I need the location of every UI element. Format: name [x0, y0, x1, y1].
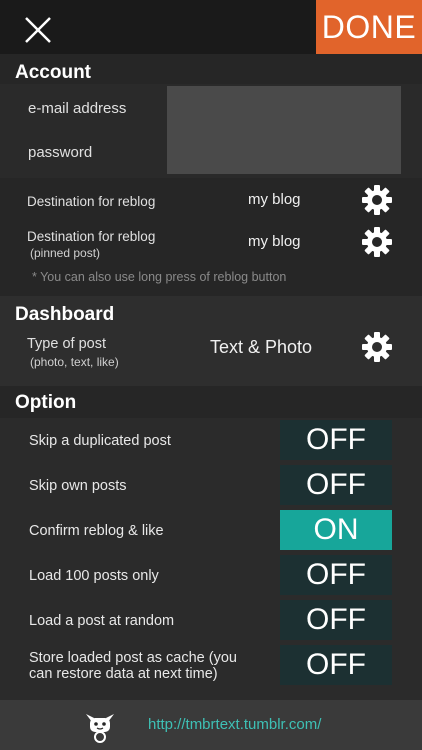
top-bar: DONE: [0, 0, 422, 54]
website-link[interactable]: http://tmbrtext.tumblr.com/: [148, 716, 321, 733]
option-label-skip-own: Skip own posts: [29, 478, 127, 494]
toggle-load-random[interactable]: OFF: [280, 600, 392, 640]
option-list: Skip a duplicated post OFF Skip own post…: [0, 418, 422, 700]
close-icon[interactable]: [22, 14, 54, 46]
option-label-load-100: Load 100 posts only: [29, 568, 159, 584]
reblog-note: * You can also use long press of reblog …: [32, 270, 287, 284]
reblog-settings: Destination for reblog my blog Destinati…: [0, 178, 422, 296]
toggle-skip-duplicated[interactable]: OFF: [280, 420, 392, 460]
email-field[interactable]: [167, 86, 401, 130]
toggle-skip-own[interactable]: OFF: [280, 465, 392, 505]
reblog-pinned-label: Destination for reblog: [27, 229, 156, 244]
post-type-label: Type of post: [27, 336, 106, 352]
gear-icon[interactable]: [361, 226, 393, 258]
option-label-store-cache-2: can restore data at next time): [29, 666, 218, 682]
option-label-store-cache: Store loaded post as cache (you: [29, 650, 237, 666]
toggle-load-100[interactable]: OFF: [280, 555, 392, 595]
reblog-pinned-value: my blog: [248, 233, 301, 250]
password-field[interactable]: [167, 130, 401, 174]
toggle-store-cache[interactable]: OFF: [280, 645, 392, 685]
post-type-sublabel: (photo, text, like): [30, 355, 119, 369]
reblog-pinned-sublabel: (pinned post): [30, 246, 101, 260]
account-credentials: e-mail address password: [0, 84, 422, 178]
password-label: password: [28, 144, 93, 161]
gear-icon[interactable]: [361, 331, 393, 363]
option-label-load-random: Load a post at random: [29, 613, 175, 629]
option-label-skip-duplicated: Skip a duplicated post: [29, 433, 171, 449]
toggle-confirm-reblog[interactable]: ON: [280, 510, 392, 550]
gear-icon[interactable]: [361, 184, 393, 216]
done-button[interactable]: DONE: [316, 0, 422, 54]
post-type-value: Text & Photo: [210, 337, 313, 357]
reblog-destination-value: my blog: [248, 191, 301, 208]
reblog-destination-label: Destination for reblog: [27, 194, 156, 209]
footer: http://tmbrtext.tumblr.com/: [0, 700, 422, 750]
option-label-confirm-reblog: Confirm reblog & like: [29, 523, 164, 539]
mascot-logo-icon: [86, 714, 114, 743]
email-label: e-mail address: [28, 100, 127, 117]
